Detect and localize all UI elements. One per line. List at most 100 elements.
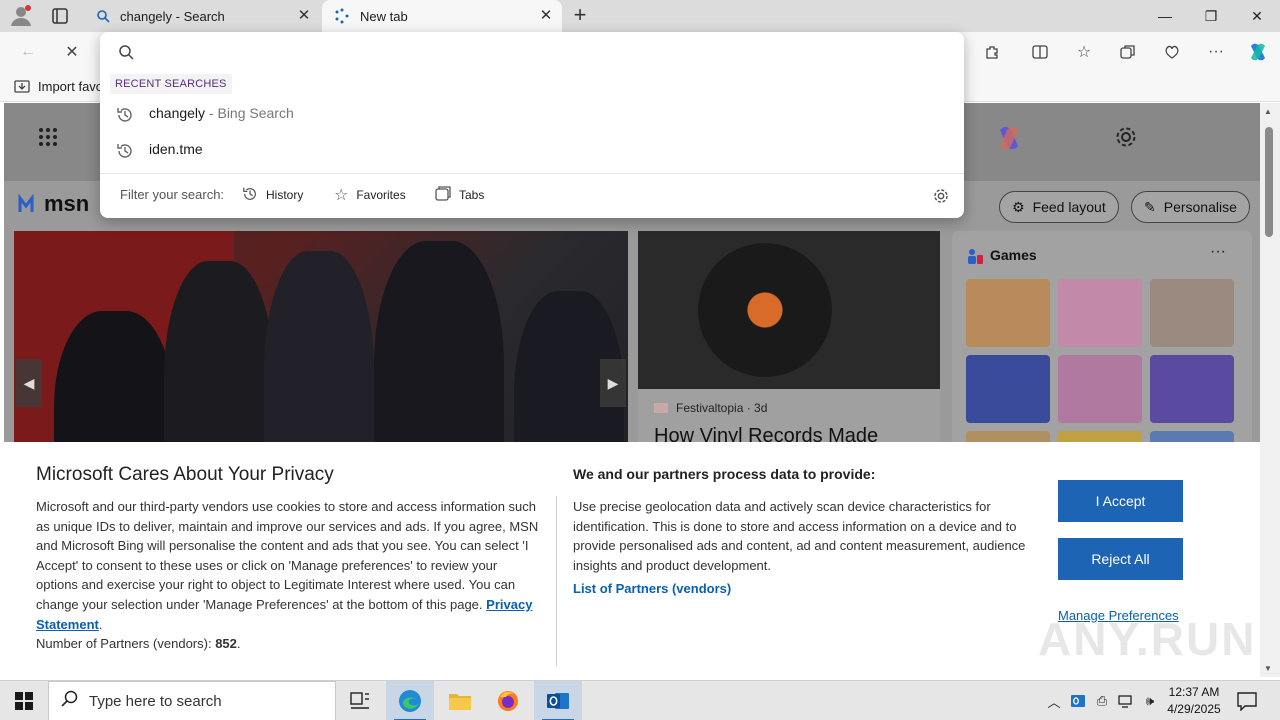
profile-icon[interactable] xyxy=(8,4,34,28)
file-explorer-icon[interactable] xyxy=(436,681,484,720)
accept-button[interactable]: I Accept xyxy=(1058,480,1183,522)
star-icon: ☆ xyxy=(334,187,349,204)
msn-logo-text: msn xyxy=(44,191,90,216)
personalise-button[interactable]: ✎ Personalise xyxy=(1131,191,1250,223)
privacy-body-text: Microsoft and our third-party vendors us… xyxy=(36,499,539,612)
filter-tabs-button[interactable]: Tabs xyxy=(435,184,484,206)
partners-label: Number of Partners (vendors): xyxy=(36,636,216,652)
game-tile[interactable] xyxy=(1058,355,1142,423)
copilot-icon[interactable] xyxy=(1244,38,1272,66)
split-screen-icon[interactable] xyxy=(1026,38,1054,66)
collections-icon[interactable] xyxy=(1114,38,1142,66)
data-processing-body: Use precise geolocation data and activel… xyxy=(573,499,1026,573)
suggestion-item[interactable]: iden.tme xyxy=(100,132,964,168)
device-tray-icon[interactable]: ⎙ xyxy=(1092,691,1112,711)
show-hidden-icons-chevron-icon[interactable]: ︿ xyxy=(1044,691,1064,711)
filter-history-button[interactable]: History xyxy=(242,184,303,206)
tab-title: changely - Search xyxy=(120,8,225,24)
game-tile[interactable] xyxy=(1150,355,1234,423)
browser-essentials-icon[interactable] xyxy=(1158,38,1186,66)
start-button[interactable] xyxy=(0,681,48,720)
search-icon xyxy=(96,9,110,23)
privacy-consent-dialog: Microsoft Cares About Your Privacy Micro… xyxy=(4,442,1260,678)
notifications-icon[interactable] xyxy=(1236,691,1258,712)
tab-bar: changely - Search ✕ New tab ✕ + — ❐ ✕ xyxy=(0,0,1280,32)
games-more-icon[interactable]: ··· xyxy=(1210,243,1226,261)
scroll-up-icon[interactable]: ▲ xyxy=(1264,107,1272,116)
settings-gear-icon[interactable] xyxy=(1114,125,1138,149)
copilot-icon[interactable] xyxy=(994,123,1024,153)
address-bar-input[interactable] xyxy=(144,40,924,64)
card-source: Festivaltopia · 3d xyxy=(654,401,767,415)
vinyl-record-image xyxy=(638,231,940,389)
close-window-button[interactable]: ✕ xyxy=(1234,0,1280,32)
edge-taskbar-icon[interactable] xyxy=(386,681,434,720)
tab-title: New tab xyxy=(360,8,408,24)
carousel-prev-button[interactable]: ◀ xyxy=(16,359,42,407)
close-tab-icon[interactable]: ✕ xyxy=(296,8,312,24)
taskbar-clock[interactable]: 12:37 AM 4/29/2025 xyxy=(1166,684,1222,718)
card-age: · 3d xyxy=(743,401,768,415)
pencil-icon: ✎ xyxy=(1144,198,1156,215)
task-view-icon[interactable] xyxy=(336,681,384,720)
back-button[interactable]: ← xyxy=(14,38,42,66)
suggestion-sub: - Bing Search xyxy=(205,105,294,121)
volume-icon[interactable]: 🕪 xyxy=(1140,691,1160,711)
filter-favorites-label: Favorites xyxy=(356,188,406,202)
anyrun-watermark: ANY.RUN xyxy=(1038,613,1257,665)
outlook-icon[interactable] xyxy=(534,681,582,720)
history-icon xyxy=(116,142,134,160)
search-settings-gear-icon[interactable] xyxy=(932,187,950,205)
msn-logo[interactable]: msn xyxy=(18,191,89,217)
clock-date: 4/29/2025 xyxy=(1167,702,1221,716)
game-tile[interactable] xyxy=(1150,279,1234,347)
list-of-partners-link[interactable]: List of Partners (vendors) xyxy=(573,581,731,596)
divider xyxy=(556,496,557,666)
personalise-label: Personalise xyxy=(1163,199,1237,215)
windows-taskbar: Type here to search ︿ ⎙ 🕪 12:37 AM 4/29/… xyxy=(0,680,1280,720)
scrollbar-thumb[interactable] xyxy=(1265,127,1273,237)
clock-time: 12:37 AM xyxy=(1168,685,1220,699)
source-logo-icon xyxy=(654,403,668,413)
tabs-icon xyxy=(435,185,451,205)
tab-changely-search[interactable]: changely - Search ✕ xyxy=(84,0,320,32)
game-tile[interactable] xyxy=(1058,279,1142,347)
more-menu-icon[interactable]: ··· xyxy=(1202,38,1230,66)
divider xyxy=(100,173,964,174)
search-icon xyxy=(118,44,134,60)
game-tile[interactable] xyxy=(966,279,1050,347)
scroll-down-icon[interactable]: ▼ xyxy=(1264,664,1272,673)
restore-button[interactable]: ❐ xyxy=(1188,0,1234,32)
minimize-button[interactable]: — xyxy=(1142,0,1188,32)
page-scrollbar[interactable]: ▲ ▼ xyxy=(1260,103,1280,677)
game-tile[interactable] xyxy=(966,355,1050,423)
stop-loading-button[interactable]: ✕ xyxy=(58,38,86,66)
reject-all-button[interactable]: Reject All xyxy=(1058,538,1183,580)
history-icon xyxy=(116,106,134,124)
apps-grid-icon[interactable] xyxy=(38,127,58,147)
extensions-icon[interactable] xyxy=(978,38,1006,66)
taskbar-search-placeholder: Type here to search xyxy=(89,692,222,710)
address-bar-dropdown: RECENT SEARCHES changely - Bing Search i… xyxy=(100,32,964,218)
filter-label: Filter your search: xyxy=(120,187,225,202)
taskbar-search[interactable]: Type here to search xyxy=(48,681,336,720)
network-icon[interactable] xyxy=(1116,691,1136,711)
games-title: Games xyxy=(990,247,1037,263)
tab-actions-icon[interactable] xyxy=(48,6,72,26)
import-favorites-button[interactable]: Import favo xyxy=(14,78,103,94)
filter-favorites-button[interactable]: ☆ Favorites xyxy=(334,184,406,206)
tab-new-tab[interactable]: New tab ✕ xyxy=(322,0,562,32)
close-tab-icon[interactable]: ✕ xyxy=(538,8,554,24)
import-favorites-label: Import favo xyxy=(38,78,104,94)
outlook-tray-icon[interactable] xyxy=(1068,691,1088,711)
games-icon xyxy=(966,247,984,265)
filter-tabs-label: Tabs xyxy=(459,188,485,202)
suggestion-text: iden.tme xyxy=(149,141,203,157)
suggestion-item[interactable]: changely - Bing Search xyxy=(100,96,964,132)
firefox-icon[interactable] xyxy=(484,681,532,720)
new-tab-button[interactable]: + xyxy=(568,4,592,28)
data-processing-title: We and our partners process data to prov… xyxy=(573,466,876,482)
feed-layout-button[interactable]: ⚙ Feed layout xyxy=(999,191,1119,223)
favorites-star-icon[interactable]: ☆ xyxy=(1070,38,1098,66)
carousel-next-button[interactable]: ▶ xyxy=(600,359,626,407)
